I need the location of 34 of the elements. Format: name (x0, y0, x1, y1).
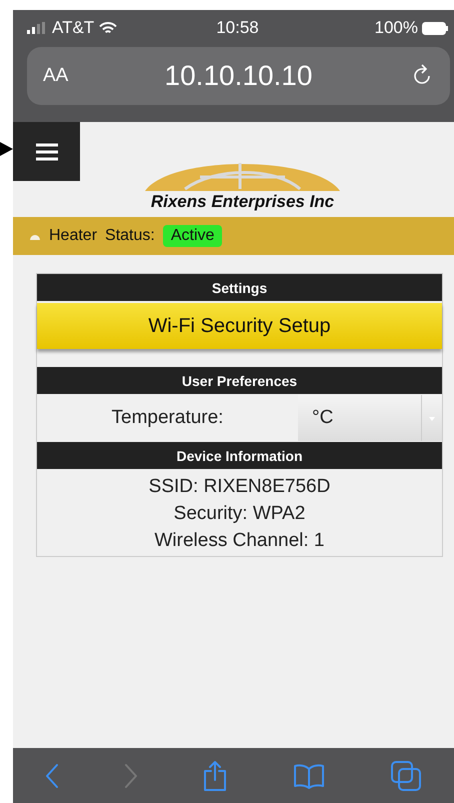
device-label: Heater (49, 227, 98, 245)
company-logo-text: Rixens Enterprises Inc (150, 192, 336, 212)
status-label: Status: (105, 227, 155, 245)
back-icon (45, 762, 60, 788)
temperature-select[interactable]: °C (298, 395, 442, 441)
battery-icon (422, 22, 448, 34)
temperature-label: Temperature: (110, 407, 224, 429)
battery-percentage: 100% (374, 18, 418, 38)
back-button[interactable] (45, 762, 60, 788)
tabs-icon (390, 760, 422, 792)
device-info-line: Wireless Channel: 1 (154, 529, 325, 553)
book-icon (293, 762, 326, 788)
signal-icon (27, 22, 47, 34)
section-header: Settings (37, 274, 442, 301)
menu-button[interactable] (13, 122, 80, 181)
pointer-arrow-icon (0, 142, 13, 156)
section-header: Device Information (37, 442, 442, 469)
share-button[interactable] (202, 760, 228, 792)
carrier-label: AT&T (52, 18, 94, 38)
url-text: 10.10.10.10 (164, 60, 314, 92)
wifi-icon (99, 22, 118, 34)
address-bar[interactable]: AA 10.10.10.10 (27, 47, 450, 105)
clock-time: 10:58 (216, 18, 259, 38)
share-icon (202, 760, 228, 792)
device-info-line: Security: WPA2 (174, 502, 306, 526)
section-header: User Preferences (37, 367, 442, 394)
device-info-line: SSID: RIXEN8E756D (148, 475, 330, 499)
text-size-button[interactable]: AA (43, 65, 113, 87)
tabs-button[interactable] (390, 760, 422, 792)
bookmarks-button[interactable] (293, 762, 326, 788)
status-badge: Active (162, 225, 222, 247)
wifi-setup-button[interactable]: Wi-Fi Security Setup (37, 303, 442, 349)
forward-icon (124, 762, 138, 788)
menu-icon (36, 142, 58, 160)
